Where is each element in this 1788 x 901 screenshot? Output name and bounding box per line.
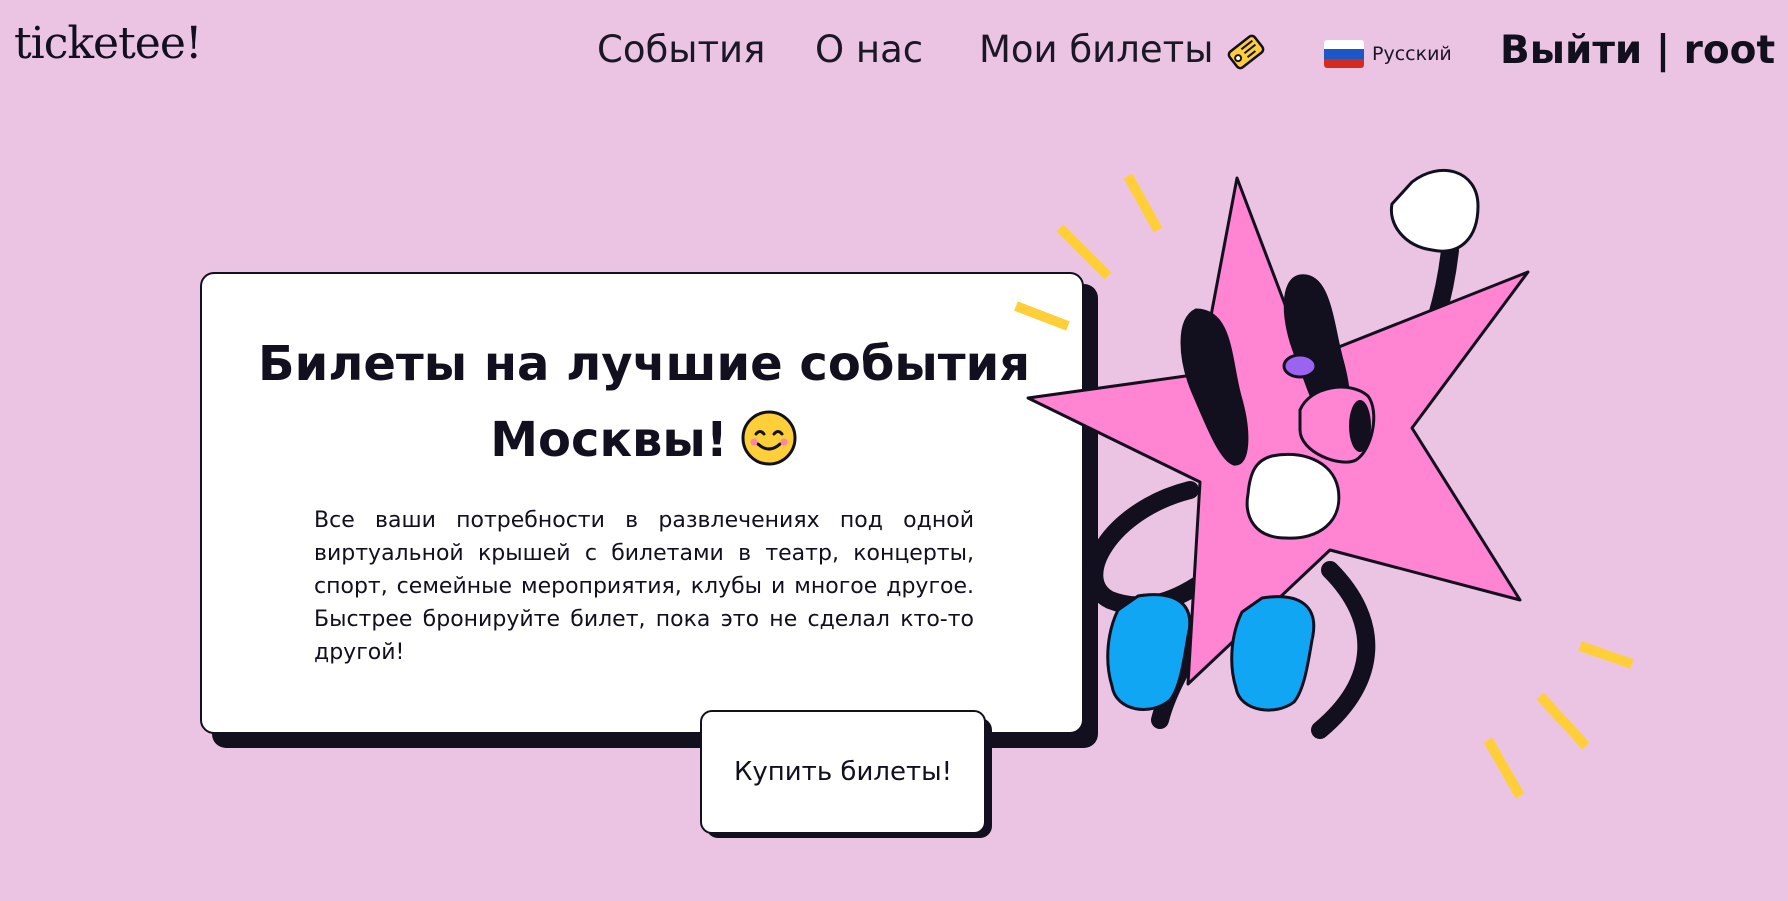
- nav-events-link[interactable]: События: [597, 28, 765, 71]
- hero-description: Все ваши потребности в развлечениях под …: [314, 508, 974, 665]
- buy-tickets-button[interactable]: Купить билеты!: [700, 710, 986, 834]
- logout-link[interactable]: Выйти | root: [1500, 28, 1775, 73]
- hero-card: Билеты на лучшие события Москвы! Все ваш…: [200, 272, 1084, 734]
- ticket-tag-icon[interactable]: [1222, 28, 1270, 76]
- nav-about-link[interactable]: О нас: [815, 28, 923, 71]
- hero-title-text: Билеты на лучшие события Москвы!: [257, 336, 1031, 468]
- russia-flag-icon: [1324, 40, 1364, 68]
- nav-my-tickets-link[interactable]: Мои билеты: [979, 28, 1213, 71]
- star-mascot-illustration: [1014, 168, 1634, 799]
- smiling-face-icon: [741, 410, 797, 466]
- language-selector[interactable]: Русский: [1324, 38, 1452, 70]
- hero-title: Билеты на лучшие события Москвы!: [202, 326, 1086, 478]
- language-label: Русский: [1372, 43, 1452, 65]
